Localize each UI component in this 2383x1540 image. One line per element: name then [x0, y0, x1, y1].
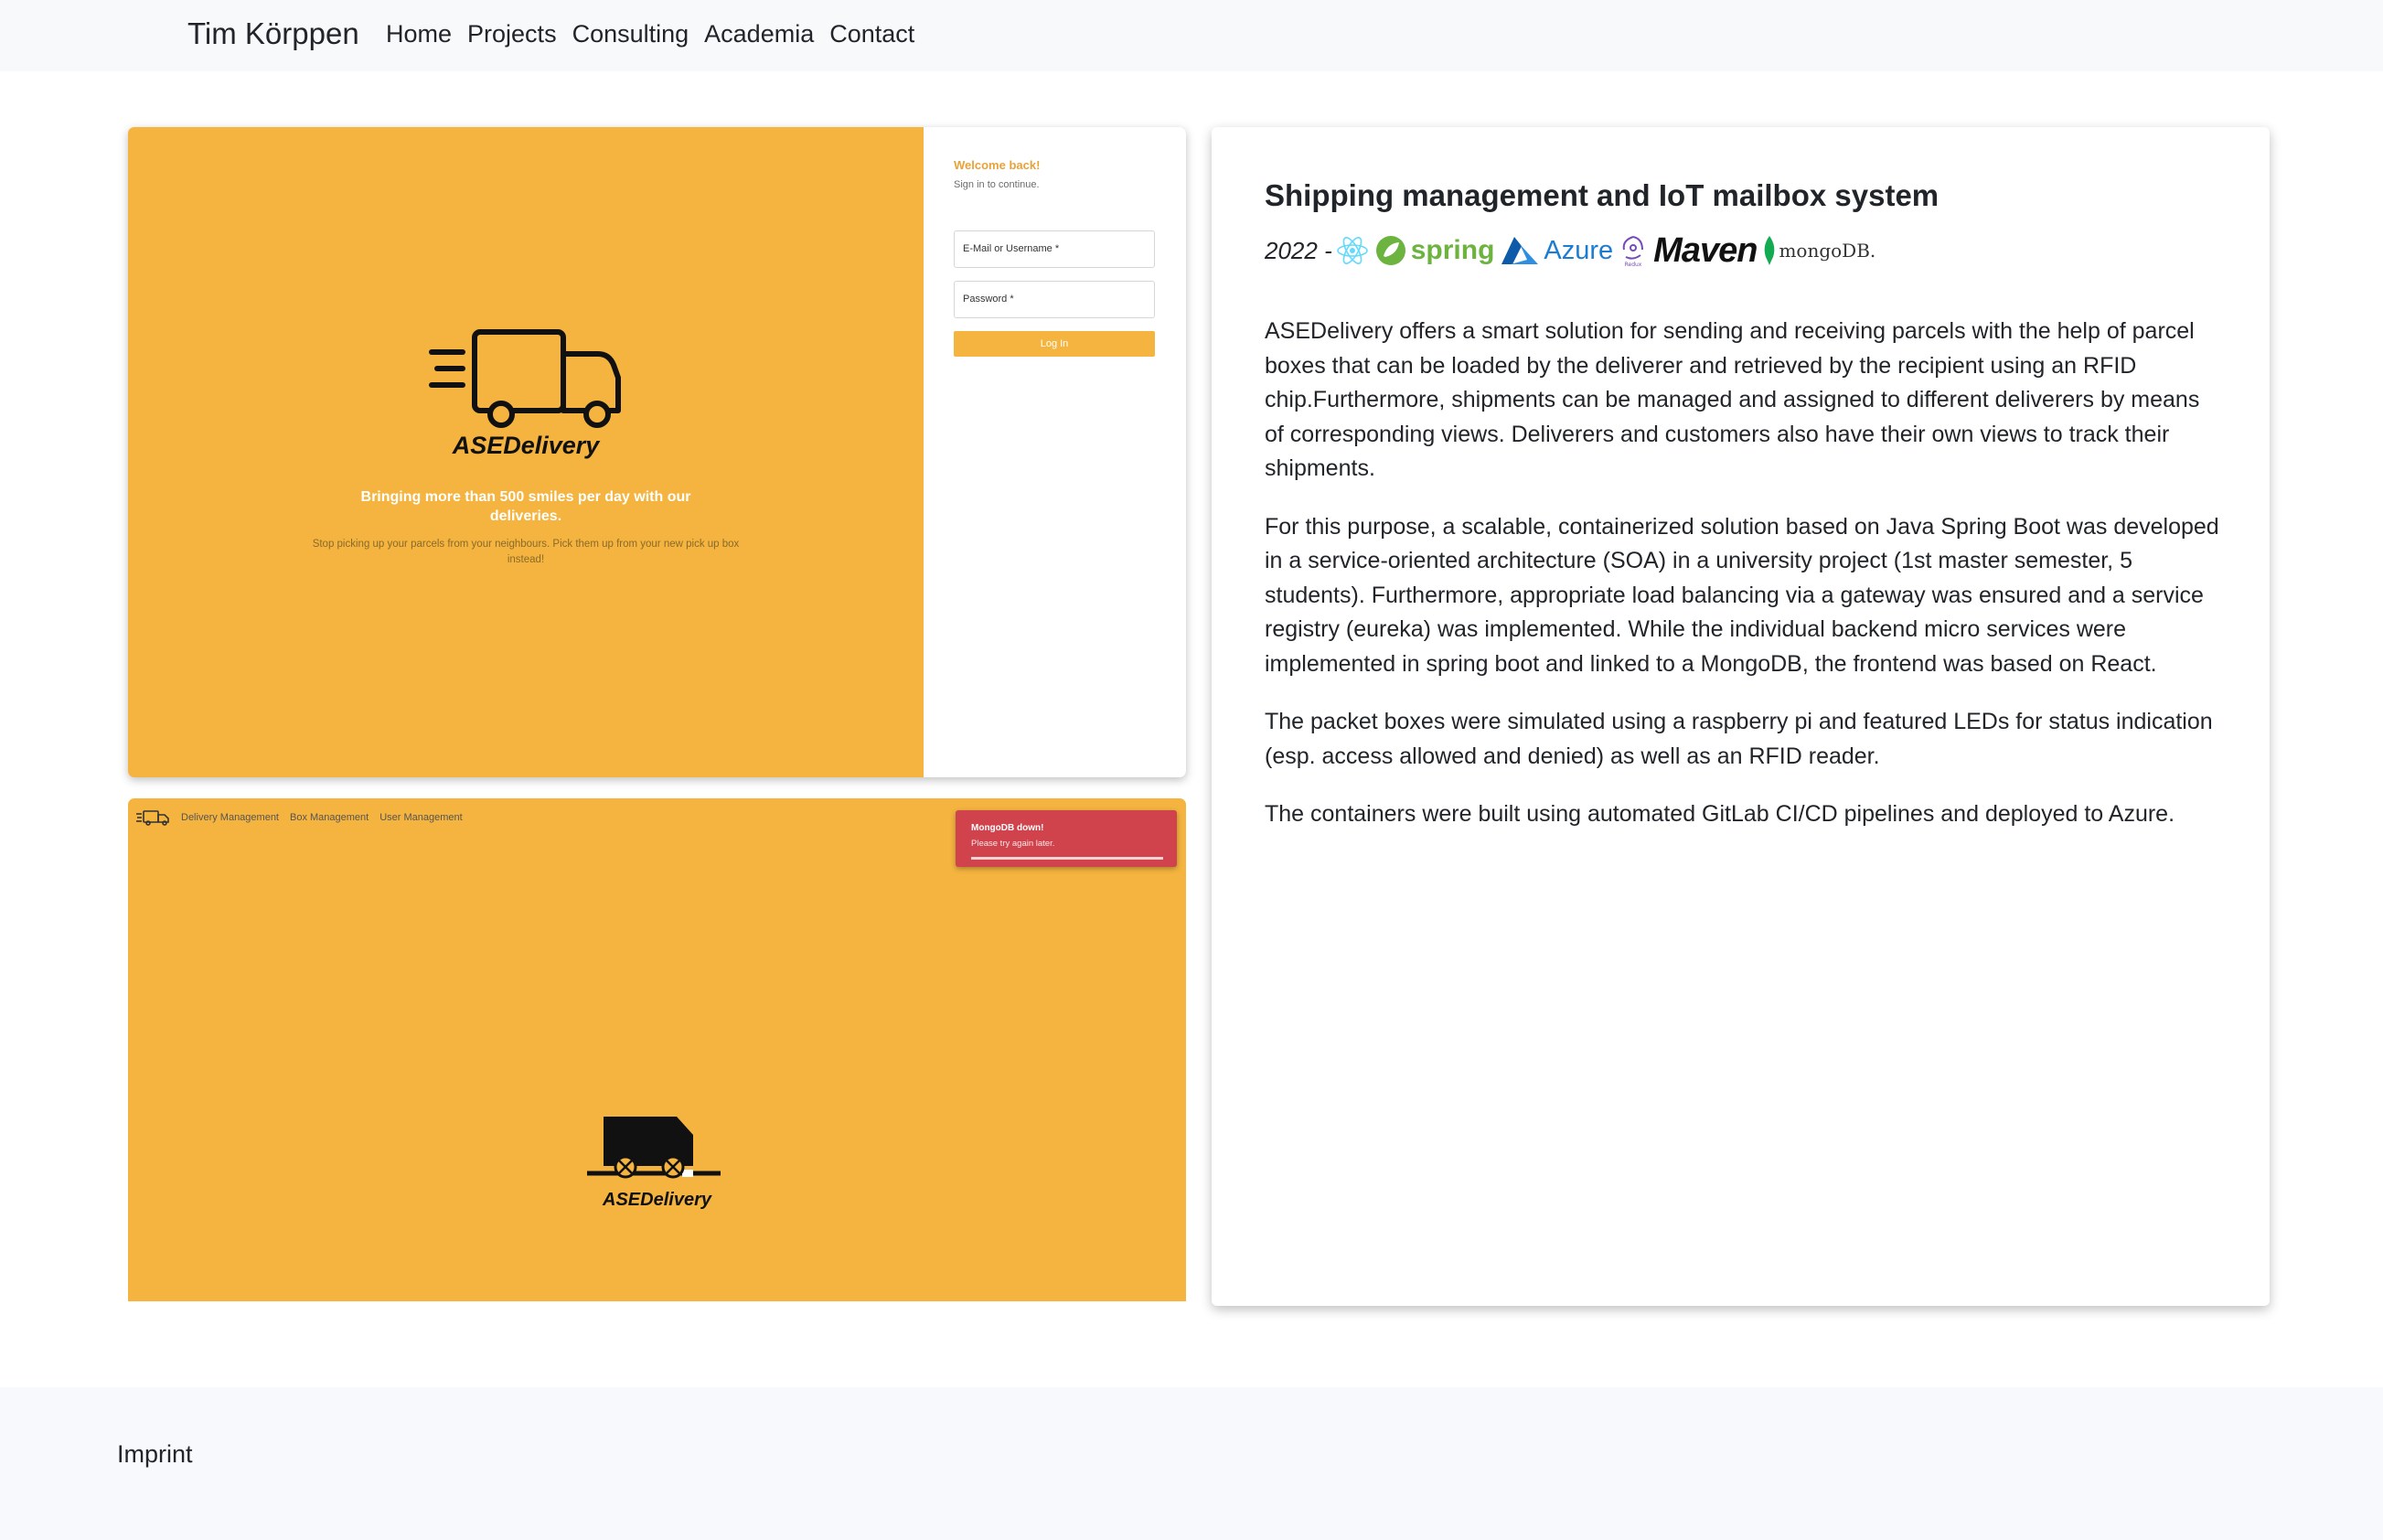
toast-progress-bar: [971, 857, 1163, 860]
project-meta: 2022 - spring Azure Redux Maven mongoDB.: [1265, 230, 1881, 272]
project-screenshot-login: ASEDelivery Bringing more than 500 smile…: [128, 127, 1186, 777]
azure-logo-text: Azure: [1544, 235, 1614, 265]
description-paragraph: For this purpose, a scalable, containeri…: [1265, 513, 2219, 677]
nav-home-link[interactable]: Home: [386, 20, 452, 48]
app-title-error: ASEDelivery: [603, 1190, 711, 1210]
toast-title: MongoDB down!: [971, 823, 1044, 833]
imprint-link[interactable]: Imprint: [117, 1440, 193, 1469]
project-screenshot-error: Delivery Management Box Management User …: [128, 798, 1186, 1301]
description-paragraph: The containers were built using automate…: [1265, 801, 2175, 827]
redux-icon: Redux: [1619, 233, 1648, 268]
delivery-truck-icon: [429, 329, 621, 428]
mini-truck-icon: [136, 810, 169, 826]
email-field: E-Mail or Username *: [954, 230, 1155, 268]
nav-contact-link[interactable]: Contact: [829, 20, 914, 48]
delivery-van-icon: [587, 1117, 721, 1179]
toast-message: Please try again later.: [971, 839, 1055, 849]
description-paragraph: ASEDelivery offers a smart solution for …: [1265, 318, 2200, 481]
login-subtitle: Sign in to continue.: [954, 179, 1040, 190]
project-title: Shipping management and IoT mailbox syst…: [1265, 178, 1940, 212]
login-welcome: Welcome back!: [954, 158, 1041, 172]
react-icon: [1336, 234, 1369, 267]
spring-logo-text: spring: [1410, 235, 1495, 265]
mini-nav-box: Box Management: [290, 812, 369, 823]
mini-nav-user: User Management: [379, 812, 463, 823]
login-panel: Welcome back! Sign in to continue. E-Mai…: [924, 127, 1186, 777]
app-tagline-sub: Stop picking up your parcels from your n…: [312, 539, 740, 565]
password-field-label: Password *: [963, 294, 1014, 305]
app-tagline: Bringing more than 500 smiles per day wi…: [360, 489, 691, 524]
mongodb-logo-text: mongoDB.: [1779, 240, 1876, 262]
project-year: 2022 -: [1265, 236, 1332, 264]
footer: Imprint: [0, 1387, 2383, 1540]
login-button: Log In: [954, 331, 1155, 357]
navbar: Tim Körppen Home Projects Consulting Aca…: [0, 0, 2383, 71]
azure-logo: Azure: [1500, 235, 1613, 266]
redux-icon-text: Redux: [1625, 262, 1642, 268]
spring-logo: spring: [1374, 234, 1495, 267]
nav-projects-link[interactable]: Projects: [467, 20, 557, 48]
email-field-label: E-Mail or Username *: [963, 243, 1060, 254]
mongodb-logo: mongoDB.: [1762, 235, 1875, 266]
mini-nav-delivery: Delivery Management: [181, 812, 279, 823]
brand-link[interactable]: Tim Körppen: [187, 16, 359, 51]
nav-academia-link[interactable]: Academia: [704, 20, 814, 48]
description-paragraph: The packet boxes were simulated using a …: [1265, 709, 2213, 769]
maven-logo: Maven: [1653, 230, 1758, 270]
error-toast: MongoDB down! Please try again later.: [956, 810, 1177, 867]
project-card: Shipping management and IoT mailbox syst…: [1212, 127, 2270, 1306]
app-title: ASEDelivery: [452, 432, 600, 459]
password-field: Password *: [954, 281, 1155, 318]
project-description: ASEDelivery offers a smart solution for …: [1265, 315, 2225, 856]
nav-consulting-link[interactable]: Consulting: [572, 20, 689, 48]
nav-links: Home Projects Consulting Academia Contac…: [386, 20, 914, 48]
app-mini-nav: Delivery Management Box Management User …: [135, 809, 463, 826]
